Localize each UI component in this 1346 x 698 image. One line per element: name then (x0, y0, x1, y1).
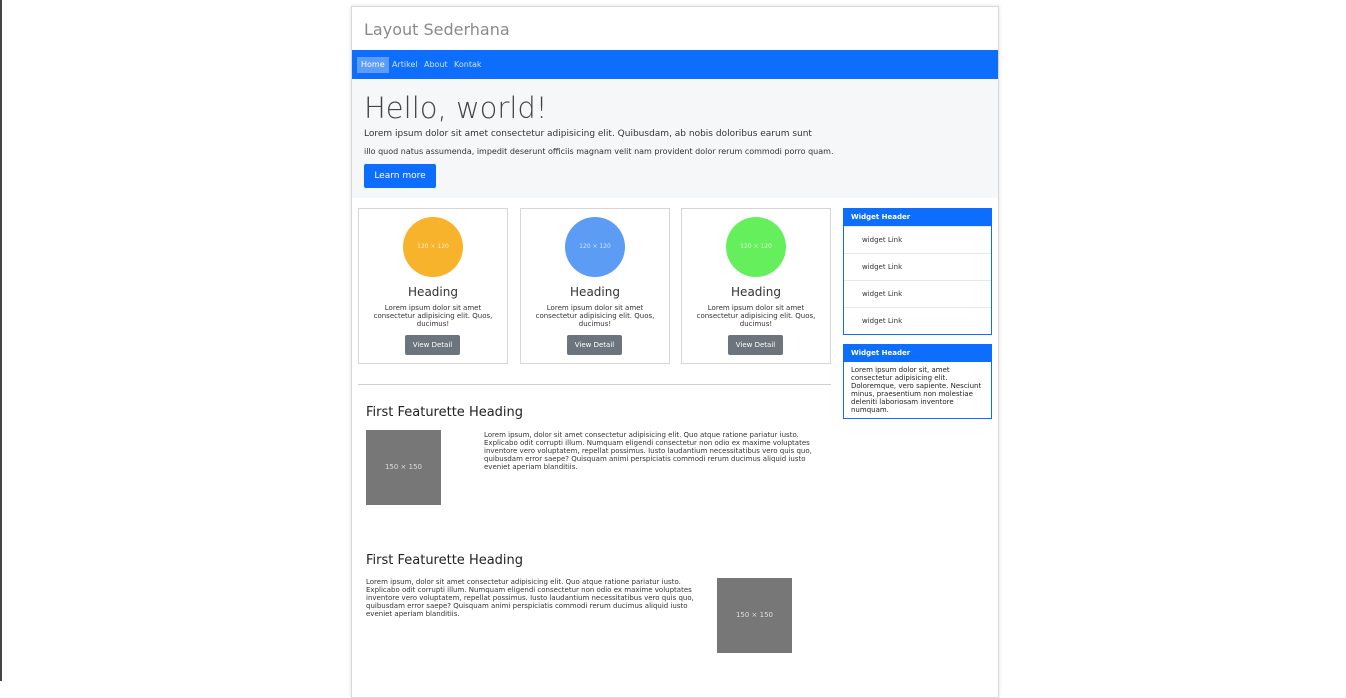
widget-body: Lorem ipsum dolor sit, amet consectetur … (851, 366, 982, 414)
view-detail-button[interactable]: View Detail (567, 335, 622, 355)
jumbotron-title: Hello, world! (364, 91, 548, 125)
widget-links: Widget Header widget Link widget Link wi… (843, 208, 992, 335)
jumbotron-lead-line-2: illo quod natus assumenda, impedit deser… (364, 147, 834, 156)
card-heading: Heading (408, 285, 458, 299)
widget-link[interactable]: widget Link (844, 253, 991, 280)
jumbotron-lead-line-1: Lorem ipsum dolor sit amet consectetur a… (364, 129, 812, 139)
widget-text: Widget Header Lorem ipsum dolor sit, ame… (843, 344, 992, 419)
featurette-text-1: Lorem ipsum, dolor sit amet consectetur … (484, 431, 812, 471)
card-image-circle: 120 × 120 (403, 217, 463, 277)
brand-title: Layout Sederhana (364, 20, 510, 39)
card-image-circle: 120 × 120 (726, 217, 786, 277)
jumbotron: Hello, world! Lorem ipsum dolor sit amet… (352, 79, 998, 198)
card-1: 120 × 120 Heading Lorem ipsum dolor sit … (358, 208, 508, 364)
featurette-heading-2: First Featurette Heading (366, 553, 524, 568)
card-text: Lorem ipsum dolor sit amet consectetur a… (535, 304, 655, 328)
window-edge (0, 0, 2, 681)
page-container: Layout Sederhana Home Artikel About Kont… (351, 6, 999, 698)
view-detail-button[interactable]: View Detail (728, 335, 783, 355)
widget-link[interactable]: widget Link (844, 307, 991, 334)
nav-item-about[interactable]: About (420, 57, 452, 73)
card-3: 120 × 120 Heading Lorem ipsum dolor sit … (681, 208, 831, 364)
card-2: 120 × 120 Heading Lorem ipsum dolor sit … (520, 208, 670, 364)
nav-item-artikel[interactable]: Artikel (388, 57, 422, 73)
nav-item-kontak[interactable]: Kontak (450, 57, 485, 73)
card-text: Lorem ipsum dolor sit amet consectetur a… (373, 304, 493, 328)
nav-item-home[interactable]: Home (357, 57, 389, 73)
widget-link[interactable]: widget Link (844, 280, 991, 307)
featurette-heading-1: First Featurette Heading (366, 405, 524, 420)
card-heading: Heading (570, 285, 620, 299)
widget-link[interactable]: widget Link (844, 226, 991, 253)
divider (358, 384, 831, 385)
learn-more-button[interactable]: Learn more (364, 164, 436, 188)
widget-header: Widget Header (844, 209, 991, 226)
widget-header: Widget Header (844, 345, 991, 362)
navbar: Home Artikel About Kontak (352, 50, 998, 79)
card-heading: Heading (731, 285, 781, 299)
featurette-image-1: 150 × 150 (366, 430, 441, 505)
card-text: Lorem ipsum dolor sit amet consectetur a… (696, 304, 816, 328)
view-detail-button[interactable]: View Detail (405, 335, 460, 355)
featurette-image-2: 150 × 150 (717, 578, 792, 653)
card-image-circle: 120 × 120 (565, 217, 625, 277)
featurette-text-2: Lorem ipsum, dolor sit amet consectetur … (366, 578, 694, 618)
